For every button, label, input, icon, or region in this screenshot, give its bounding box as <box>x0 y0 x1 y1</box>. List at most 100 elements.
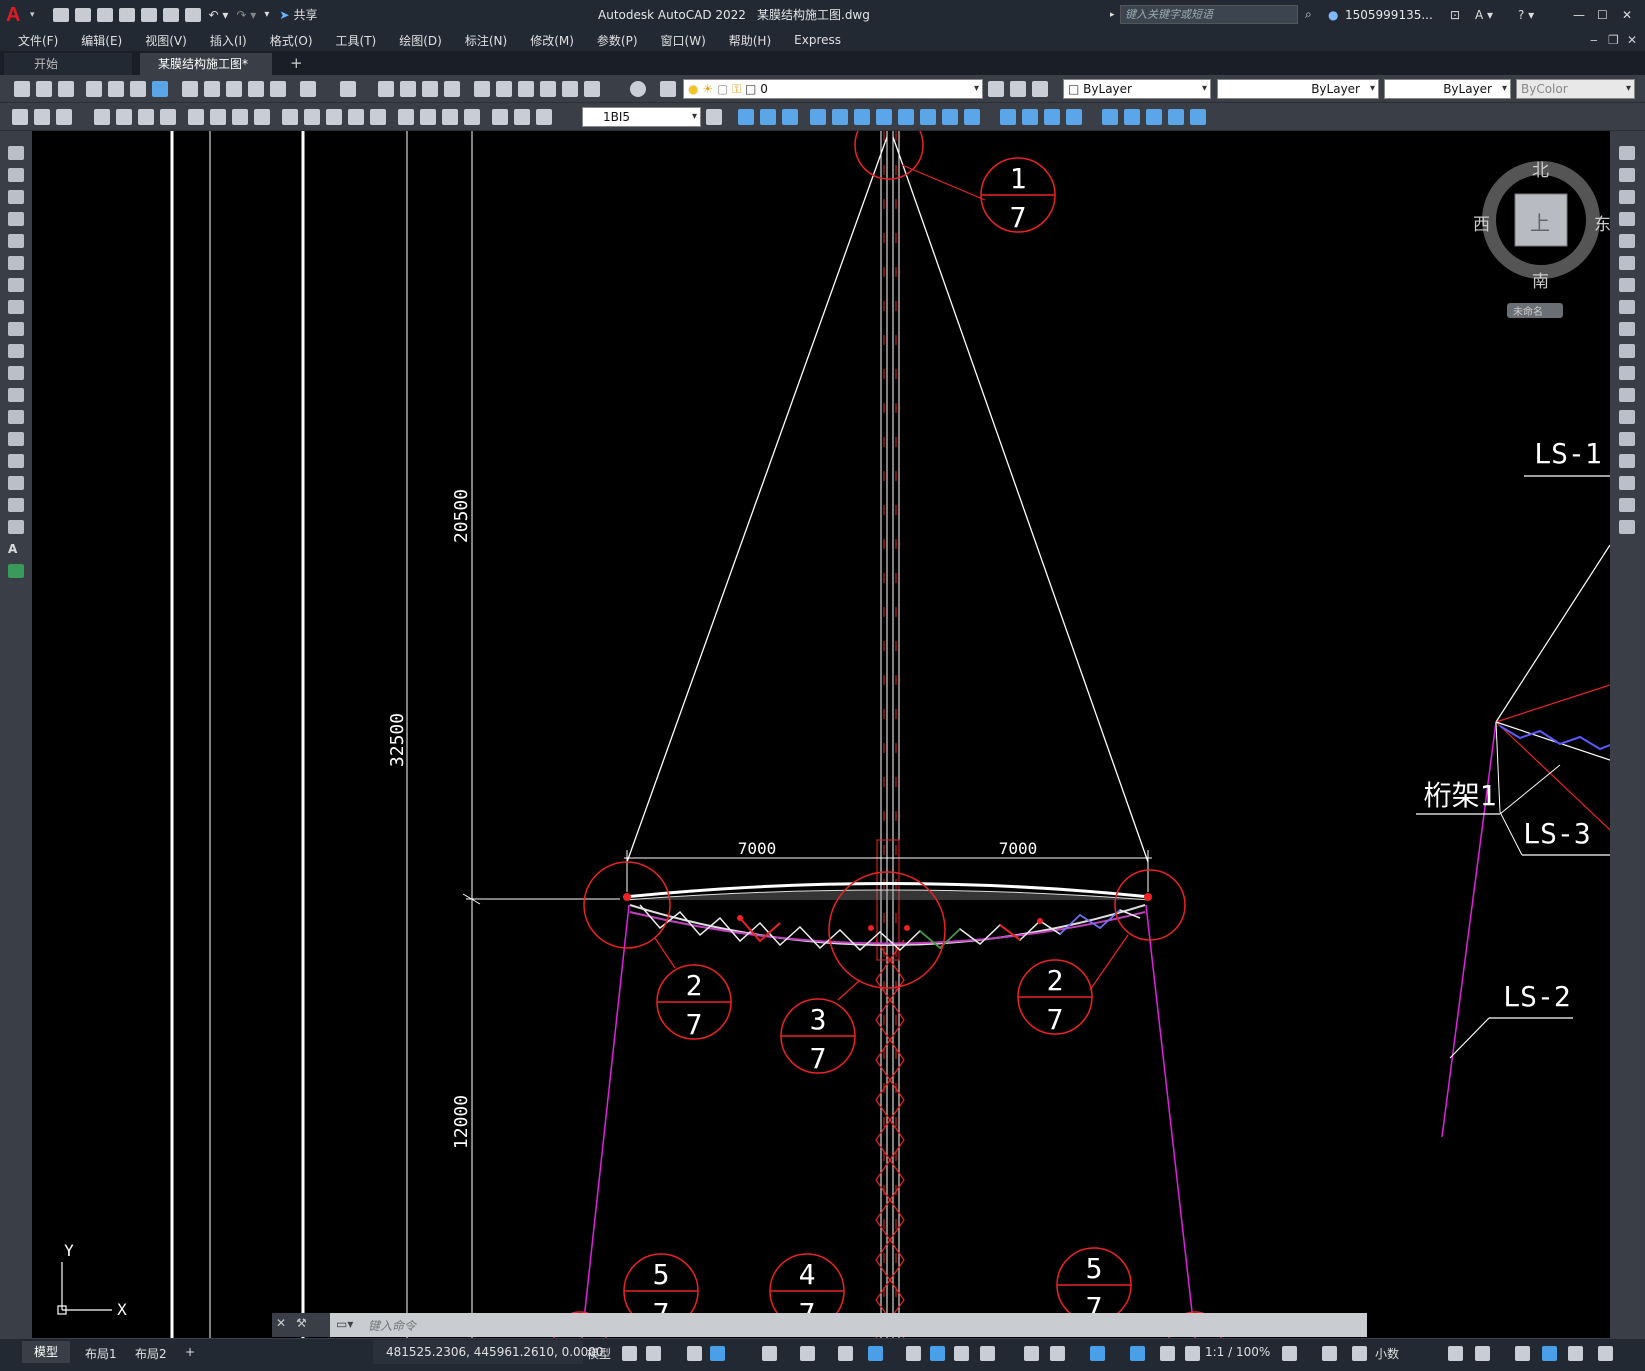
cmdline-close-icon[interactable]: ✕ <box>276 1316 286 1330</box>
rotate-icon[interactable] <box>854 109 870 125</box>
dim-continue-icon[interactable] <box>326 109 342 125</box>
layer-previous-icon[interactable] <box>1010 81 1026 97</box>
r-mirror-icon[interactable] <box>1619 190 1635 204</box>
menu-modify[interactable]: 修改(M) <box>530 32 574 49</box>
r-explode-icon[interactable] <box>1619 520 1635 534</box>
move-icon[interactable] <box>832 109 848 125</box>
user-name[interactable]: 1505999135... <box>1345 8 1433 22</box>
arc-icon[interactable] <box>8 256 24 270</box>
tab-drawing[interactable]: 某膜结构施工图* ✕ <box>140 53 272 93</box>
design-center-icon[interactable] <box>496 81 512 97</box>
autodesk-app-icon[interactable]: A ▾ <box>1475 8 1493 22</box>
menu-express[interactable]: Express <box>794 33 841 47</box>
menu-window[interactable]: 窗口(W) <box>661 32 706 49</box>
app-menu-chevron-icon[interactable]: ▾ <box>30 10 35 20</box>
zoom-window-icon[interactable] <box>422 81 438 97</box>
customize-qat-icon[interactable]: ▾ <box>264 9 269 20</box>
make-block-icon[interactable] <box>8 410 24 424</box>
dim-edit-icon[interactable] <box>492 109 508 125</box>
coordinates-readout[interactable]: 481525.2306, 445961.2610, 0.0000 <box>386 1345 604 1359</box>
gizmo-icon[interactable] <box>1090 1346 1105 1361</box>
r-join-icon[interactable] <box>1619 432 1635 446</box>
help-tb-icon[interactable] <box>630 81 646 97</box>
share-button[interactable]: 共享 <box>293 6 317 23</box>
color-dropdown[interactable]: □ ByLayer <box>1063 79 1211 99</box>
open-file-icon[interactable] <box>74 7 91 22</box>
cart-icon[interactable]: ⊡ <box>1450 8 1460 22</box>
share-icon[interactable]: ➤ <box>279 8 289 22</box>
dim-diameter-icon[interactable] <box>232 109 248 125</box>
sheet-set-icon[interactable] <box>540 81 556 97</box>
menu-parametric[interactable]: 参数(P) <box>597 32 638 49</box>
lineweight-icon[interactable] <box>906 1346 921 1361</box>
user-icon[interactable]: ● <box>1328 8 1338 22</box>
search-icon[interactable]: ⌕ <box>1305 7 1312 22</box>
matchprop-icon[interactable] <box>248 81 264 97</box>
mirror-icon[interactable] <box>760 109 776 125</box>
polygon-icon[interactable] <box>8 212 24 226</box>
dim-radius-icon[interactable] <box>188 109 204 125</box>
r-extend-icon[interactable] <box>1619 366 1635 380</box>
hatch-icon[interactable] <box>8 454 24 468</box>
command-line[interactable]: ▭▾ 键入命令 <box>330 1313 1367 1337</box>
grid-icon[interactable] <box>622 1346 637 1361</box>
redo-tb-icon[interactable] <box>340 81 356 97</box>
explode-icon[interactable] <box>1066 109 1082 125</box>
qnew-icon[interactable] <box>14 81 30 97</box>
polar-icon[interactable] <box>762 1346 777 1361</box>
plot-icon[interactable] <box>184 7 201 22</box>
erase-icon[interactable] <box>1619 146 1635 160</box>
menu-file[interactable]: 文件(F) <box>18 32 58 49</box>
new-file-icon[interactable] <box>52 7 69 22</box>
linetype-dropdown[interactable]: ByLayer <box>1217 79 1379 99</box>
lineweight-dropdown[interactable]: ByLayer <box>1384 79 1511 99</box>
r-chamfer-icon[interactable] <box>1619 454 1635 468</box>
add-layout-icon[interactable]: + <box>185 1345 195 1359</box>
cmdline-recent-icon[interactable]: ▭▾ <box>336 1317 353 1331</box>
menu-edit[interactable]: 编辑(E) <box>81 32 122 49</box>
qdim-icon[interactable] <box>282 109 298 125</box>
cmdline-customize-icon[interactable]: ⚒ <box>296 1316 307 1330</box>
menu-help[interactable]: 帮助(H) <box>729 32 771 49</box>
snap-icon[interactable] <box>646 1346 661 1361</box>
break-icon[interactable] <box>964 109 980 125</box>
help-icon[interactable]: ? ▾ <box>1518 8 1534 22</box>
workspace-icon[interactable] <box>12 109 28 125</box>
isodraft-icon[interactable] <box>800 1346 815 1361</box>
dim-jogged-icon[interactable] <box>210 109 226 125</box>
undo-icon[interactable]: ↶ ▾ <box>209 8 229 22</box>
stretch-icon[interactable] <box>898 109 914 125</box>
r-break-icon[interactable] <box>1619 410 1635 424</box>
r-move-icon[interactable] <box>1619 256 1635 270</box>
inspect-icon[interactable] <box>442 109 458 125</box>
dimstyle-manager-icon[interactable] <box>706 109 722 125</box>
menu-tools[interactable]: 工具(T) <box>336 32 377 49</box>
help-search-input[interactable]: 键入关键字或短语 <box>1120 5 1298 24</box>
annotation-visibility-icon[interactable] <box>1130 1346 1145 1361</box>
multiline-text-icon[interactable]: A <box>8 542 24 556</box>
menu-format[interactable]: 格式(O) <box>270 32 313 49</box>
dynamic-ucs-icon[interactable] <box>1024 1346 1039 1361</box>
ellipse-icon[interactable] <box>8 344 24 358</box>
viewcube-top-face[interactable]: 上 <box>1530 207 1550 236</box>
trim-icon[interactable] <box>920 109 936 125</box>
lengthen-icon[interactable] <box>1124 109 1140 125</box>
r-scale-icon[interactable] <box>1619 300 1635 314</box>
make-current-layer-icon[interactable] <box>988 81 1004 97</box>
viewcube-south[interactable]: 南 <box>1532 267 1549 292</box>
r-rotate-icon[interactable] <box>1619 278 1635 292</box>
r-array-icon[interactable] <box>1619 234 1635 248</box>
open-web-icon[interactable] <box>140 7 157 22</box>
insert-block-icon[interactable] <box>8 388 24 402</box>
add-selected-icon[interactable] <box>8 564 24 578</box>
open-icon[interactable] <box>36 81 52 97</box>
menu-view[interactable]: 视图(V) <box>145 32 187 49</box>
dim-break-icon[interactable] <box>370 109 386 125</box>
3d-print-icon[interactable] <box>152 81 168 97</box>
drawing-canvas[interactable]: 20500 32500 12000 7000 7000 1 7 2 7 3 7 … <box>32 131 1610 1338</box>
object-snap-icon[interactable] <box>868 1346 883 1361</box>
paste-icon[interactable] <box>226 81 242 97</box>
dim-update-icon[interactable] <box>536 109 552 125</box>
isolate-objects-icon[interactable] <box>1515 1346 1530 1361</box>
minimize-icon[interactable]: — <box>1573 8 1585 22</box>
